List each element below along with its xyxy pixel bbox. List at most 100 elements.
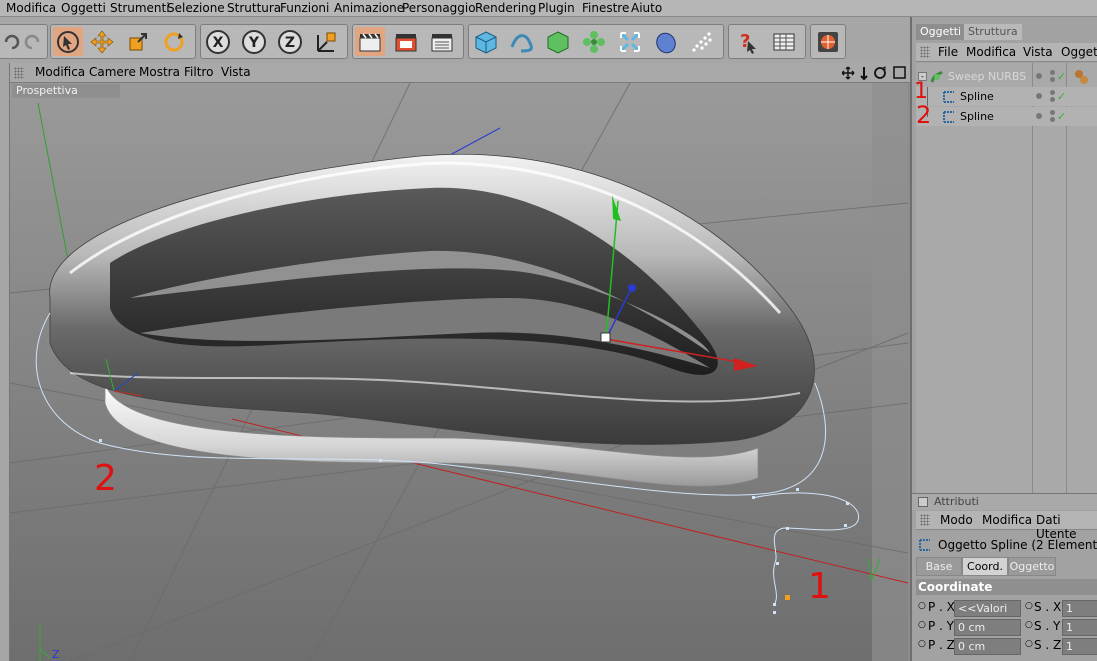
tab-base[interactable]: Base	[916, 557, 962, 576]
z-axis-lock-icon[interactable]: Z	[275, 27, 305, 56]
editor-dot-icon[interactable]	[1050, 77, 1055, 82]
keyframe-dot-icon[interactable]: ○	[1025, 601, 1033, 611]
menu-rendering[interactable]: Rendering	[475, 1, 536, 15]
cube-primitive-icon[interactable]	[471, 27, 501, 56]
attr-grip-icon[interactable]	[920, 514, 930, 526]
z-axis-label: Z	[285, 35, 295, 51]
attributes-title: Attributi	[934, 495, 979, 508]
axis-group: X Y Z	[200, 24, 348, 59]
p-y-label: P . Y	[928, 619, 955, 633]
menu-finestre[interactable]: Finestre	[582, 1, 629, 15]
move-icon[interactable]	[87, 27, 117, 56]
attr-menu-modo[interactable]: Modo	[940, 513, 973, 527]
scene-icon[interactable]	[651, 27, 681, 56]
rotate-icon[interactable]	[159, 27, 189, 56]
tab-struttura[interactable]: Struttura	[964, 24, 1022, 40]
array-icon[interactable]	[579, 27, 609, 56]
menu-plugin[interactable]: Plugin	[538, 1, 575, 15]
menu-struttura[interactable]: Struttura	[227, 1, 281, 15]
tab-oggetto[interactable]: Oggetto	[1008, 557, 1056, 576]
spline-icon	[943, 91, 954, 103]
scene-render: Z 2 1	[10, 83, 908, 661]
visibility-dot-icon[interactable]	[1036, 113, 1042, 119]
menu-selezione[interactable]: Selezione	[167, 1, 225, 15]
redo-icon[interactable]	[17, 27, 47, 56]
tab-oggetti[interactable]: Oggetti	[916, 24, 966, 40]
particles-icon[interactable]	[687, 27, 717, 56]
menu-modifica[interactable]: Modifica	[6, 1, 56, 15]
material-tag-icon[interactable]	[1072, 68, 1090, 86]
enabled-check-icon[interactable]: ✓	[1057, 107, 1066, 126]
render-dot-icon[interactable]	[1050, 70, 1055, 75]
object-row-spline-1[interactable]: Spline ✓ 1	[914, 81, 1097, 106]
viewport-nav-icons[interactable]	[842, 66, 908, 80]
p-x-label: P . X	[928, 600, 955, 614]
object-row-spline-2[interactable]: Spline ✓ 2	[916, 103, 1097, 127]
om-menu-oggetti[interactable]: Oggetti	[1061, 45, 1097, 59]
s-y-field[interactable]: 1	[1062, 619, 1097, 636]
om-column-divider	[1032, 63, 1033, 493]
om-grip-icon[interactable]	[920, 46, 930, 58]
render-picture-icon[interactable]	[391, 27, 421, 56]
attr-menu-modifica[interactable]: Modifica	[982, 513, 1032, 527]
select-arrow-icon[interactable]	[53, 27, 83, 56]
keyframe-dot-icon[interactable]: ○	[918, 620, 926, 630]
viewport-grip-icon[interactable]	[14, 67, 24, 79]
menu-funzioni[interactable]: Funzioni	[280, 1, 329, 15]
menu-oggetti[interactable]: Oggetti	[61, 1, 106, 15]
perspective-viewport[interactable]: Z 2 1 Prospettiva	[10, 83, 908, 661]
menu-animazione[interactable]: Animazione	[334, 1, 404, 15]
render-dot-icon[interactable]	[1050, 90, 1055, 95]
help-icon[interactable]: ?	[731, 27, 761, 56]
p-x-field[interactable]: <<Valori M	[954, 600, 1021, 630]
render-dot-icon[interactable]	[1050, 110, 1055, 115]
attributes-checkbox[interactable]	[918, 497, 928, 507]
timeline-icon[interactable]	[769, 27, 799, 56]
y-axis-lock-icon[interactable]: Y	[239, 27, 269, 56]
attributes-header: Attributi	[912, 493, 1097, 510]
p-y-field[interactable]: 0 cm	[954, 619, 1021, 636]
menu-personaggio[interactable]: Personaggio	[402, 1, 476, 15]
object-label: Spline	[960, 90, 994, 103]
keyframe-dot-icon[interactable]: ○	[1025, 620, 1033, 630]
vp-menu-vista[interactable]: Vista	[221, 65, 251, 79]
enabled-check-icon[interactable]: ✓	[1057, 67, 1066, 86]
visibility-dot-icon[interactable]	[1036, 73, 1042, 79]
object-list: - Sweep NURBS ✓ Spline ✓ 1 Spline ✓ 2	[914, 63, 1097, 493]
vp-menu-filtro[interactable]: Filtro	[184, 65, 213, 79]
om-menu-modifica[interactable]: Modifica	[966, 45, 1016, 59]
world-coords-icon[interactable]	[311, 27, 341, 56]
nurbs-icon[interactable]	[543, 27, 573, 56]
keyframe-dot-icon[interactable]: ○	[918, 601, 926, 611]
viewport-menubar: Modifica Camere Mostra Filtro Vista	[10, 63, 910, 83]
deformer-icon[interactable]	[615, 27, 645, 56]
vp-menu-camere[interactable]: Camere	[89, 65, 136, 79]
scale-icon[interactable]	[123, 27, 153, 56]
object-row-sweep-nurbs[interactable]: - Sweep NURBS ✓	[916, 67, 1097, 86]
s-x-field[interactable]: 1	[1062, 600, 1097, 617]
coordinate-section-title: Coordinate	[916, 579, 1097, 595]
vp-menu-modifica[interactable]: Modifica	[35, 65, 85, 79]
main-menubar: Modifica Oggetti Strumenti Selezione Str…	[0, 0, 1097, 17]
om-menu-file[interactable]: File	[938, 45, 958, 59]
s-z-field[interactable]: 1	[1062, 638, 1097, 655]
editor-dot-icon[interactable]	[1050, 117, 1055, 122]
keyframe-dot-icon[interactable]: ○	[918, 639, 926, 649]
enabled-check-icon[interactable]: ✓	[1057, 87, 1066, 106]
keyframe-dot-icon[interactable]: ○	[1025, 639, 1033, 649]
om-menu-vista[interactable]: Vista	[1023, 45, 1053, 59]
menu-strumenti[interactable]: Strumenti	[110, 1, 170, 15]
render-view-icon[interactable]	[355, 27, 385, 56]
render-settings-icon[interactable]	[427, 27, 457, 56]
tab-coord[interactable]: Coord.	[962, 557, 1008, 576]
visibility-dot-icon[interactable]	[1036, 93, 1042, 99]
p-z-field[interactable]: 0 cm	[954, 638, 1021, 655]
web-icon[interactable]	[813, 27, 843, 56]
editor-dot-icon[interactable]	[1050, 97, 1055, 102]
vp-menu-mostra[interactable]: Mostra	[139, 65, 180, 79]
spline-pen-icon[interactable]	[507, 27, 537, 56]
s-z-label: S . Z	[1034, 638, 1062, 652]
menu-aiuto[interactable]: Aiuto	[631, 1, 662, 15]
x-axis-lock-icon[interactable]: X	[203, 27, 233, 56]
viewport-panel: Modifica Camere Mostra Filtro Vista Z 2 …	[0, 63, 910, 661]
